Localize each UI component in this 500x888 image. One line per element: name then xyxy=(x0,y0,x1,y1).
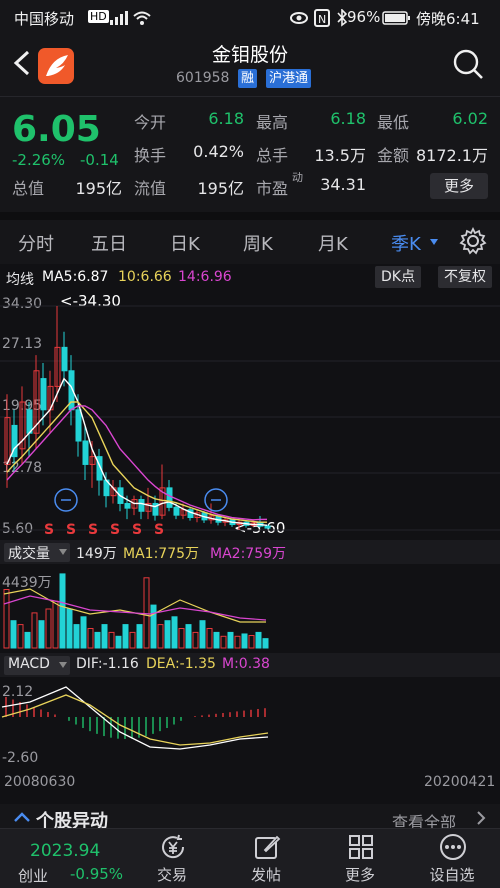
status-bar: 中国移动 HD N 96% 傍晚6:41 xyxy=(0,0,500,34)
svg-text:S: S xyxy=(154,522,164,538)
svg-text:S: S xyxy=(110,522,120,538)
clock: 傍晚6:41 xyxy=(416,10,480,28)
macd-dea: DEA:-1.35 xyxy=(146,656,216,672)
change-amount: -0.14 xyxy=(80,151,119,169)
tab-monthly-k[interactable]: 月K xyxy=(318,230,348,256)
stock-movement-section: 个股异动 查看全部 xyxy=(0,804,500,832)
change-percent: -2.26% xyxy=(12,151,66,169)
ma5-legend: MA5:6.87 xyxy=(42,269,109,285)
dropdown-triangle-icon[interactable] xyxy=(429,238,439,246)
nav-more-label: 更多 xyxy=(344,866,375,884)
connect-tag: 沪港通 xyxy=(266,69,312,88)
nav-add-watchlist[interactable]: 设自选 xyxy=(412,829,492,888)
turnover-label: 换手 xyxy=(134,146,167,165)
macd-selector[interactable]: MACD xyxy=(4,656,70,675)
low-value: 6.02 xyxy=(452,109,488,128)
macd-m: M:0.38 xyxy=(222,656,270,672)
quote-panel: 6.05 -2.26% -0.14 今开 6.18 最高 6.18 最低 6.0… xyxy=(0,96,500,212)
tab-quarterly-k[interactable]: 季K xyxy=(391,230,421,256)
tab-weekly-k[interactable]: 周K xyxy=(243,230,273,256)
tab-intraday[interactable]: 分时 xyxy=(18,230,54,256)
divider xyxy=(0,212,500,220)
index-change[interactable]: -0.95% xyxy=(70,865,123,883)
carrier-label: 中国移动 xyxy=(14,10,75,28)
turnover-value: 0.42% xyxy=(193,142,244,161)
index-value[interactable]: 2023.94 xyxy=(30,841,100,861)
dk-point-button[interactable]: DK点 xyxy=(375,266,421,288)
grid-icon xyxy=(349,835,373,859)
open-value: 6.18 xyxy=(208,109,244,128)
tab-five-day[interactable]: 五日 xyxy=(91,230,127,256)
hd-icon: HD xyxy=(88,10,109,23)
dropdown-icon xyxy=(59,662,67,668)
gear-icon[interactable] xyxy=(458,226,488,256)
nav-post[interactable]: 发帖 xyxy=(226,829,306,888)
date-start: 20080630 xyxy=(4,774,76,790)
float-cap-value: 195亿 xyxy=(197,179,244,198)
svg-text:S: S xyxy=(132,522,142,538)
volume-value: 149万 xyxy=(76,546,117,562)
dropdown-icon xyxy=(59,549,67,555)
volume-selector[interactable]: 成交量 xyxy=(4,543,70,562)
market-cap-label: 总值 xyxy=(12,179,45,198)
stock-name: 金钼股份 xyxy=(211,44,288,66)
stock-header: 金钼股份 601958 融 沪港通 xyxy=(0,34,500,96)
volume-selector-label: 成交量 xyxy=(8,546,50,562)
amount-value: 8172.1万 xyxy=(416,146,488,165)
battery-percent: 96% xyxy=(347,8,381,26)
more-button[interactable]: 更多 xyxy=(430,173,488,199)
amount-label: 金额 xyxy=(377,146,410,165)
no-adjust-button[interactable]: 不复权 xyxy=(438,266,492,288)
nav-more[interactable]: 更多 xyxy=(320,829,400,888)
pe-dynamic-sup: 动 xyxy=(292,171,303,184)
current-price: 6.05 xyxy=(12,109,101,150)
svg-text:N: N xyxy=(318,13,326,26)
stock-code: 601958 xyxy=(176,70,230,86)
market-cap-value: 195亿 xyxy=(75,179,122,198)
chevron-up-icon[interactable] xyxy=(14,812,30,822)
nav-post-label: 发帖 xyxy=(250,866,281,884)
bottom-nav-bar: 2023.94 创业 -0.95% 交易 发帖 更多 设自选 xyxy=(0,828,500,888)
pe-label: 市盈 xyxy=(256,179,289,198)
ma10-legend: 10:6.66 xyxy=(118,269,172,285)
nav-trade-label: 交易 xyxy=(156,866,187,884)
open-label: 今开 xyxy=(134,113,167,132)
nav-add-watchlist-label: 设自选 xyxy=(429,866,475,884)
svg-text:S: S xyxy=(88,522,98,538)
volume-plot xyxy=(3,573,269,649)
macd-plot xyxy=(1,686,269,750)
margin-tag: 融 xyxy=(238,69,258,88)
signal-wifi-icon xyxy=(110,11,151,25)
total-hands-label: 总手 xyxy=(256,146,289,165)
low-label: 最低 xyxy=(377,113,410,132)
edit-icon xyxy=(255,835,281,859)
search-icon[interactable] xyxy=(452,48,484,80)
date-end: 20200421 xyxy=(424,774,496,790)
float-cap-label: 流值 xyxy=(134,179,167,198)
period-tabs: 分时 五日 日K 周K 月K 季K xyxy=(0,220,500,264)
ma14-legend: 14:6.96 xyxy=(178,269,232,285)
volume-ma1: MA1:775万 xyxy=(123,546,200,562)
svg-text:S: S xyxy=(44,522,54,538)
kline-plot: SSSSSS xyxy=(0,305,500,538)
trade-yen-icon xyxy=(162,834,185,859)
chevron-right-icon[interactable] xyxy=(476,810,486,826)
svg-text:S: S xyxy=(66,522,76,538)
high-value: 6.18 xyxy=(330,109,366,128)
kline-chart-area[interactable]: 均线 MA5:6.87 10:6.66 14:6.96 DK点 不复权 34.3… xyxy=(0,264,500,804)
dots-circle-icon xyxy=(440,834,466,860)
battery-icon xyxy=(382,11,410,25)
ma-legend-title: 均线 xyxy=(6,272,34,288)
tab-daily-k[interactable]: 日K xyxy=(170,230,200,256)
index-name[interactable]: 创业 xyxy=(18,865,48,886)
macd-selector-label: MACD xyxy=(8,656,50,672)
volume-ma2: MA2:759万 xyxy=(210,546,287,562)
high-label: 最高 xyxy=(256,113,289,132)
total-hands-value: 13.5万 xyxy=(314,146,366,165)
pe-value: 34.31 xyxy=(320,175,366,194)
nav-trade[interactable]: 交易 xyxy=(132,829,212,888)
macd-dif: DIF:-1.16 xyxy=(76,656,139,672)
